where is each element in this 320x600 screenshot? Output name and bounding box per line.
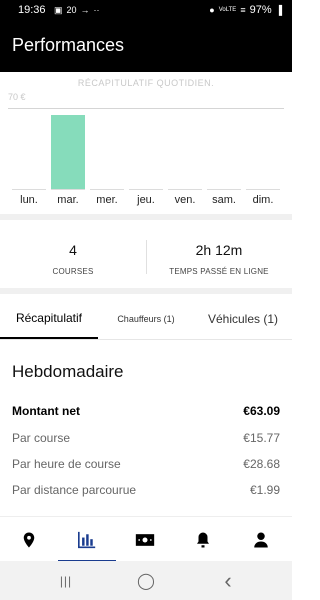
chart-bar-baseline (51, 189, 85, 190)
wifi-icon: ≡ (240, 5, 246, 15)
chart-day-label: dim. (252, 194, 274, 206)
summary-row-per-distance: Par distance parcourue €1.99 (12, 483, 280, 497)
nav-notifications[interactable] (174, 517, 232, 562)
summary-row-label: Par distance parcourue (12, 483, 137, 497)
chart-y-tick-label: 70 € (8, 92, 26, 102)
nav-performances[interactable] (58, 517, 116, 562)
battery-icon: ▐ (275, 5, 282, 15)
system-status-icons: ● VoLTE ≡ 97% ▐ (209, 4, 282, 16)
summary-row-label: Par course (12, 431, 71, 445)
stat-time-online-value: 2h 12m (195, 242, 243, 258)
chart-bar[interactable] (246, 108, 280, 190)
nav-map[interactable] (0, 517, 58, 562)
summary-row-label: Par heure de course (12, 457, 121, 471)
notification-icons: ▣ 20 → ·· (54, 4, 100, 16)
chart-day-label: mar. (57, 194, 79, 206)
stats-row: 4 COURSES 2h 12m TEMPS PASSÉ EN LIGNE (0, 226, 292, 286)
calendar-notification-icon: 20 (66, 5, 77, 15)
bell-icon (197, 532, 209, 547)
money-icon (135, 533, 155, 546)
chart-day-label: mer. (96, 194, 118, 206)
stat-courses: 4 COURSES (0, 226, 146, 276)
chart-bar[interactable] (207, 108, 241, 190)
nav-profile[interactable] (232, 517, 290, 562)
summary-row-value: €63.09 (243, 404, 280, 418)
location-pin-icon (23, 532, 35, 547)
chart-bar[interactable] (90, 108, 124, 190)
chart-bar[interactable] (51, 108, 85, 190)
summary-row-value: €28.68 (243, 457, 280, 471)
back-icon[interactable]: ‹ (198, 561, 258, 600)
tab-recapitulatif[interactable]: Récapitulatif (0, 298, 98, 339)
battery-percent: 97% (249, 4, 272, 16)
location-status-icon: ● (209, 5, 215, 15)
bottom-nav (0, 516, 292, 562)
summary-heading: Hebdomadaire (12, 362, 124, 381)
stat-courses-value: 4 (69, 242, 77, 258)
summary-row-per-trip: Par course €15.77 (12, 431, 280, 445)
chart-bar[interactable] (168, 108, 202, 190)
forward-notification-icon: → (80, 5, 90, 15)
chart-bar-baseline (168, 189, 202, 190)
daily-summary-chart: RÉCAPITULATIF QUOTIDIEN. 70 € lun. mar. me… (0, 72, 292, 212)
recent-apps-icon[interactable]: ||| (36, 561, 96, 600)
chart-bar-baseline (90, 189, 124, 190)
summary-row-value: €15.77 (243, 431, 280, 445)
chart-day-label: jeu. (137, 194, 155, 206)
chart-title: RÉCAPITULATIF QUOTIDIEN. (77, 78, 215, 88)
chart-bar-baseline (129, 189, 163, 190)
bar-chart-icon (78, 531, 96, 548)
section-divider (0, 214, 292, 220)
chart-day-label: lun. (20, 194, 38, 206)
tab-bar: Récapitulatif Chauffeurs (1) Véhicules (… (0, 298, 292, 340)
summary-row-value: €1.99 (249, 483, 280, 497)
app-bar: Performances (0, 20, 292, 72)
chart-bar[interactable] (12, 108, 46, 190)
chart-day-label: sam. (212, 194, 236, 206)
page-title: Performances (12, 35, 125, 55)
status-time: 19:36 (18, 4, 46, 16)
chart-bar-fill (51, 115, 85, 189)
system-nav-bar: ||| ◯ ‹ (0, 561, 292, 600)
image-notification-icon: ▣ (54, 5, 63, 15)
stat-courses-label: COURSES (52, 267, 94, 276)
chart-bars (10, 108, 282, 190)
volte-icon: VoLTE (218, 7, 237, 13)
section-divider (0, 288, 292, 294)
summary-row-per-hour: Par heure de course €28.68 (12, 457, 280, 471)
profile-icon (254, 532, 268, 547)
tab-vehicules[interactable]: Véhicules (1) (196, 298, 290, 339)
home-icon[interactable]: ◯ (116, 561, 176, 600)
chart-day-label: ven. (174, 194, 196, 206)
more-notifications-icon: ·· (93, 5, 100, 15)
chart-bar[interactable] (129, 108, 163, 190)
stat-time-online: 2h 12m TEMPS PASSÉ EN LIGNE (146, 226, 292, 276)
summary-row-label: Montant net (12, 404, 80, 418)
tab-chauffeurs[interactable]: Chauffeurs (1) (104, 298, 188, 339)
chart-bar-baseline (12, 189, 46, 190)
chart-bar-baseline (207, 189, 241, 190)
summary-row-net-amount: Montant net €63.09 (12, 404, 280, 418)
status-bar: 19:36 ▣ 20 → ·· ● VoLTE ≡ 97% ▐ (0, 0, 292, 20)
chart-bar-baseline (246, 189, 280, 190)
nav-earnings[interactable] (116, 517, 174, 562)
stat-time-online-label: TEMPS PASSÉ EN LIGNE (169, 267, 269, 276)
